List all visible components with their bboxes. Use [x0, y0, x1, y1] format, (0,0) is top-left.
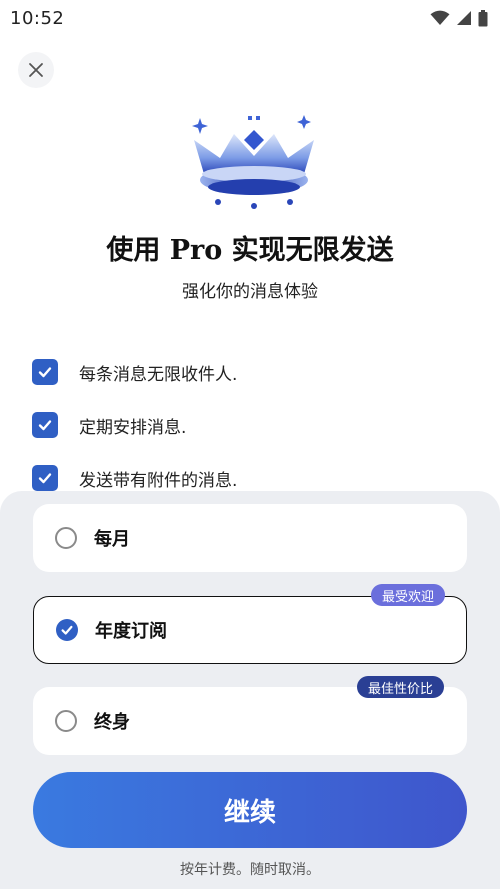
plan-option-monthly[interactable]: 每月: [33, 504, 467, 572]
check-icon: [61, 625, 73, 635]
battery-icon: [478, 9, 488, 26]
billing-note: 按年计费。随时取消。: [180, 862, 320, 878]
radio-button[interactable]: [55, 527, 77, 549]
check-icon: [38, 420, 52, 431]
check-icon: [38, 473, 52, 484]
continue-button[interactable]: 继续: [33, 772, 467, 848]
close-button[interactable]: [18, 52, 54, 88]
feature-item: 发送带有附件的消息.: [32, 461, 472, 495]
status-bar: 10:52: [0, 0, 500, 36]
badge-best-value: 最佳性价比: [357, 676, 445, 698]
checkbox[interactable]: [32, 465, 58, 491]
checkbox[interactable]: [32, 412, 58, 438]
feature-label: 发送带有附件的消息.: [79, 470, 238, 491]
radio-button-selected[interactable]: [56, 619, 78, 641]
status-time: 10:52: [10, 7, 65, 29]
checkbox[interactable]: [32, 359, 58, 385]
radio-button[interactable]: [55, 710, 77, 732]
feature-item: 定期安排消息.: [32, 408, 472, 442]
wifi-icon: [430, 10, 450, 25]
crown-icon: [192, 115, 314, 209]
signal-icon: [457, 11, 471, 25]
check-icon: [38, 367, 52, 378]
plan-label: 每月: [94, 529, 130, 550]
feature-label: 每条消息无限收件人.: [79, 364, 238, 385]
plan-label: 终身: [94, 712, 130, 733]
badge-most-popular: 最受欢迎: [371, 584, 446, 606]
plan-label: 年度订阅: [95, 621, 167, 642]
page-subtitle: 强化你的消息体验: [182, 282, 318, 302]
status-icons: [430, 9, 488, 27]
feature-item: 每条消息无限收件人.: [32, 355, 472, 389]
feature-label: 定期安排消息.: [79, 417, 187, 438]
page-title: 使用 Pro 实现无限发送: [106, 235, 394, 266]
close-icon: [29, 63, 43, 77]
plan-option-annual[interactable]: 年度订阅: [33, 596, 467, 664]
